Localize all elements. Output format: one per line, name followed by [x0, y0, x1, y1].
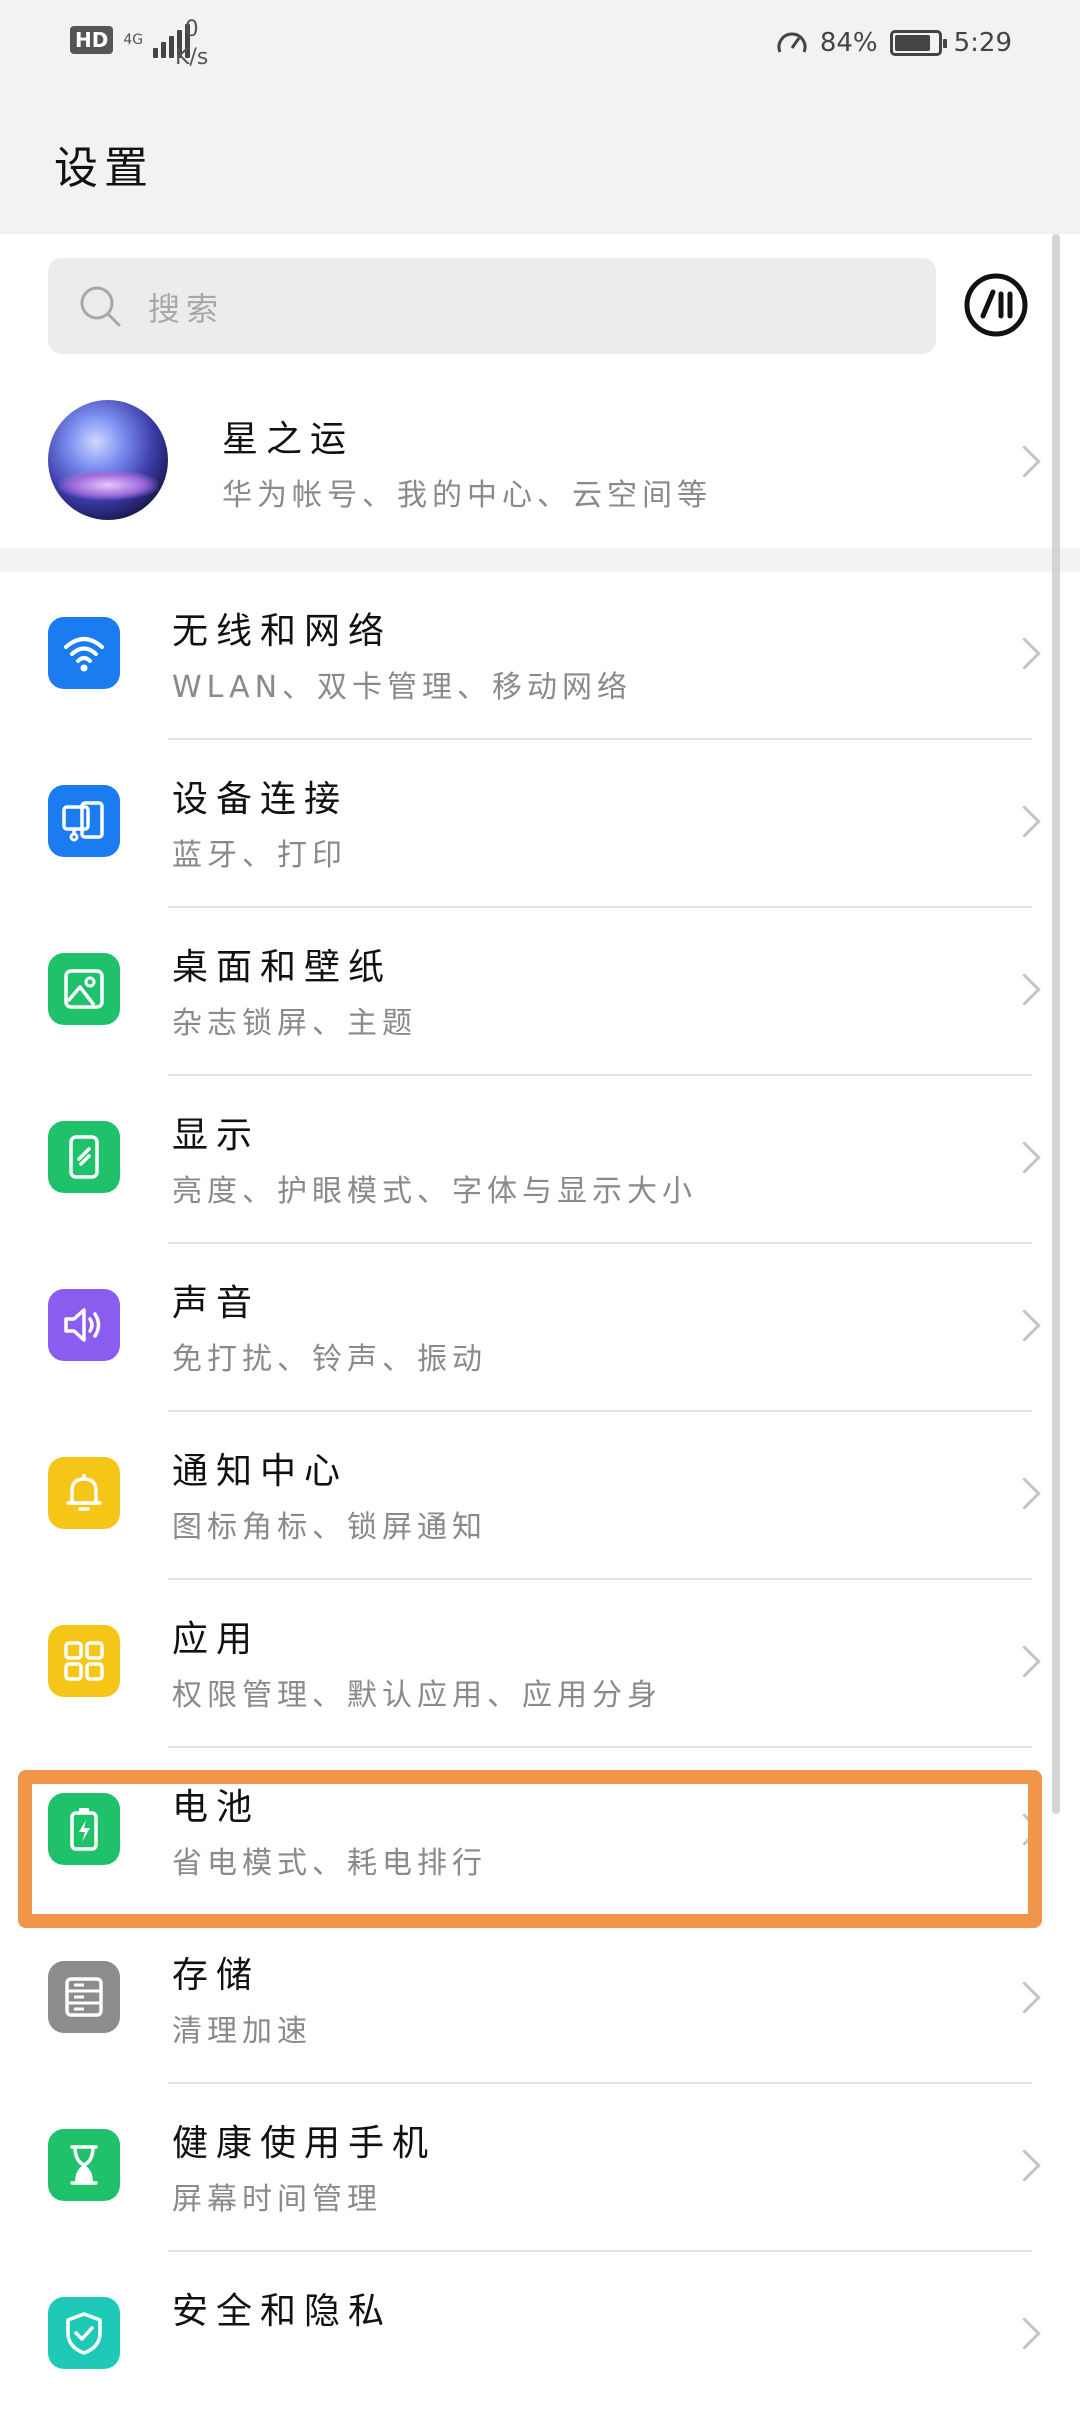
- shield-icon: [48, 2297, 120, 2369]
- wallpaper-icon: [48, 953, 120, 1025]
- storage-icon: [48, 1961, 120, 2033]
- settings-item-title: 应用: [172, 1619, 261, 1660]
- settings-item-subtitle: 图标角标、锁屏通知: [172, 1510, 487, 1545]
- hourglass-icon: [48, 2129, 120, 2201]
- chevron-right-icon: [1008, 1141, 1041, 1174]
- speed-unit: K/s: [175, 45, 209, 70]
- settings-item-notification-center[interactable]: 通知中心 图标角标、锁屏通知: [0, 1412, 1080, 1580]
- chevron-right-icon: [1008, 445, 1041, 478]
- settings-item-sound[interactable]: 声音 免打扰、铃声、振动: [0, 1244, 1080, 1412]
- hivoice-icon[interactable]: [963, 272, 1029, 338]
- settings-item-subtitle: WLAN、双卡管理、移动网络: [172, 670, 633, 705]
- settings-item-subtitle: 清理加速: [172, 2014, 312, 2049]
- chevron-right-icon: [1008, 2149, 1041, 2182]
- status-bar: HD 4G 0 K/s 84% 5:29: [0, 0, 1080, 90]
- battery-status-icon: [889, 30, 947, 56]
- bell-icon: [48, 1457, 120, 1529]
- account-entry[interactable]: 星之运 华为帐号、我的中心、云空间等: [0, 380, 1080, 548]
- settings-item-title: 电池: [172, 1787, 261, 1828]
- settings-item-wireless-network[interactable]: 无线和网络 WLAN、双卡管理、移动网络: [0, 572, 1080, 740]
- hd-badge: HD: [70, 26, 114, 54]
- section-divider: [0, 548, 1080, 572]
- sound-icon: [48, 1289, 120, 1361]
- chevron-right-icon: [1008, 805, 1041, 838]
- apps-icon: [48, 1625, 120, 1697]
- display-icon: [48, 1121, 120, 1193]
- settings-item-battery[interactable]: 电池 省电模式、耗电排行: [0, 1748, 1080, 1916]
- search-icon: [80, 286, 121, 327]
- chevron-right-icon: [1008, 1813, 1041, 1846]
- settings-item-apps[interactable]: 应用 权限管理、默认应用、应用分身: [0, 1580, 1080, 1748]
- settings-item-subtitle: 省电模式、耗电排行: [172, 1846, 487, 1881]
- gauge-icon: [777, 32, 807, 53]
- settings-item-subtitle: 免打扰、铃声、振动: [172, 1342, 487, 1377]
- settings-list: 无线和网络 WLAN、双卡管理、移动网络 设备连接 蓝牙、打印 桌面和壁纸 杂志…: [0, 572, 1080, 2420]
- scrollbar[interactable]: [1052, 234, 1060, 1814]
- avatar: [48, 400, 168, 520]
- settings-item-title: 通知中心: [172, 1451, 349, 1492]
- settings-item-security-privacy[interactable]: 安全和隐私: [0, 2252, 1080, 2420]
- settings-item-title: 存储: [172, 1955, 261, 1996]
- settings-item-subtitle: 蓝牙、打印: [172, 838, 347, 873]
- page-title: 设置: [54, 143, 154, 194]
- chevron-right-icon: [1008, 637, 1041, 670]
- search-placeholder: 搜索: [148, 290, 225, 328]
- device-connection-icon: [48, 785, 120, 857]
- settings-item-storage[interactable]: 存储 清理加速: [0, 1916, 1080, 2084]
- settings-item-title: 显示: [172, 1115, 261, 1156]
- battery-icon: [48, 1793, 120, 1865]
- chevron-right-icon: [1008, 2317, 1041, 2350]
- chevron-right-icon: [1008, 973, 1041, 1006]
- settings-item-title: 设备连接: [172, 779, 349, 820]
- chevron-right-icon: [1008, 1981, 1041, 2014]
- speed-value: 0: [184, 17, 199, 42]
- settings-item-subtitle: 权限管理、默认应用、应用分身: [172, 1678, 662, 1713]
- settings-item-subtitle: 亮度、护眼模式、字体与显示大小: [172, 1174, 697, 1209]
- settings-item-title: 桌面和壁纸: [172, 947, 393, 988]
- settings-item-title: 无线和网络: [172, 611, 393, 652]
- page-header: 设置: [0, 90, 1080, 234]
- settings-item-title: 健康使用手机: [172, 2123, 437, 2164]
- account-subtitle: 华为帐号、我的中心、云空间等: [222, 478, 712, 513]
- chevron-right-icon: [1008, 1645, 1041, 1678]
- settings-item-subtitle: 屏幕时间管理: [172, 2182, 382, 2217]
- settings-item-subtitle: 杂志锁屏、主题: [172, 1006, 417, 1041]
- wifi-icon: [48, 617, 120, 689]
- network-type: 4G: [123, 32, 144, 48]
- settings-item-title: 声音: [172, 1283, 261, 1324]
- settings-item-desktop-wallpaper[interactable]: 桌面和壁纸 杂志锁屏、主题: [0, 908, 1080, 1076]
- clock: 5:29: [953, 28, 1012, 58]
- status-right: 84% 5:29: [776, 28, 1012, 58]
- battery-percent: 84%: [819, 28, 878, 58]
- settings-item-title: 安全和隐私: [172, 2291, 393, 2332]
- search-input[interactable]: 搜索: [48, 258, 936, 354]
- settings-item-display[interactable]: 显示 亮度、护眼模式、字体与显示大小: [0, 1076, 1080, 1244]
- chevron-right-icon: [1008, 1477, 1041, 1510]
- battery-level-fill: [894, 35, 930, 51]
- account-name: 星之运: [222, 419, 355, 460]
- chevron-right-icon: [1008, 1309, 1041, 1342]
- settings-item-digital-balance[interactable]: 健康使用手机 屏幕时间管理: [0, 2084, 1080, 2252]
- settings-item-device-connection[interactable]: 设备连接 蓝牙、打印: [0, 740, 1080, 908]
- network-speed: 0 K/s: [175, 16, 208, 72]
- network-status: HD 4G: [70, 22, 191, 58]
